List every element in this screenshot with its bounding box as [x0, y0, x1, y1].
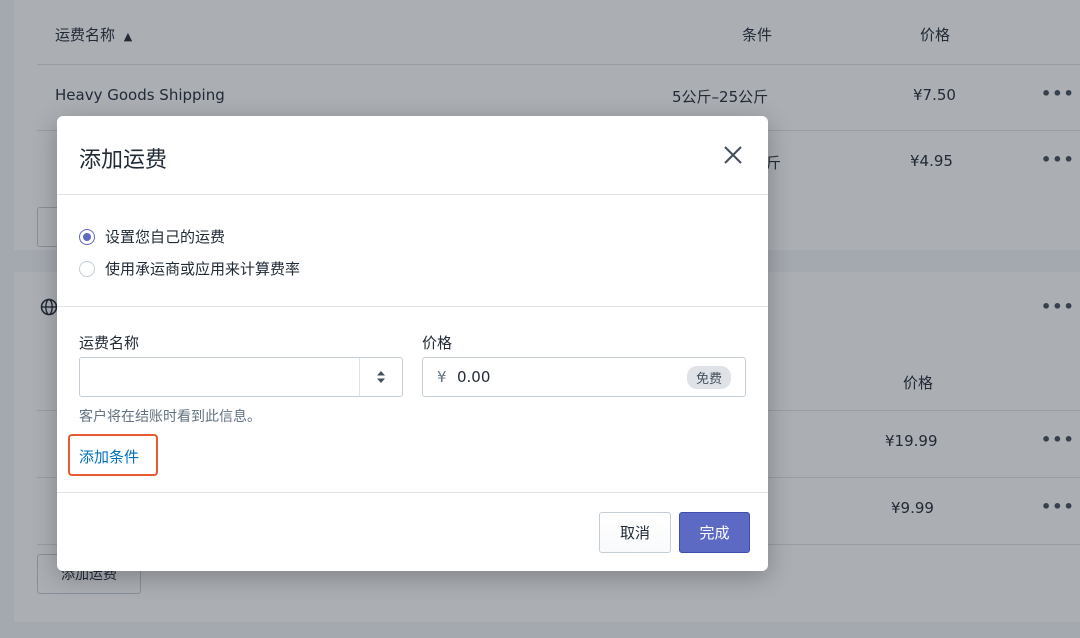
price-value: 0.00 — [457, 368, 491, 386]
modal-footer-divider — [57, 492, 768, 493]
option-own-rate[interactable]: 设置您自己的运费 — [79, 226, 225, 247]
radio-button-checked[interactable] — [79, 228, 95, 245]
done-label: 完成 — [699, 524, 730, 542]
modal-header-divider — [57, 194, 768, 195]
done-button[interactable]: 完成 — [679, 512, 750, 553]
price-label: 价格 — [422, 334, 453, 352]
modal-section-divider — [57, 306, 768, 307]
cancel-button[interactable]: 取消 — [599, 512, 671, 553]
free-badge: 免费 — [686, 366, 731, 389]
price-input[interactable]: ¥ 0.00 免费 — [422, 357, 746, 397]
modal-title: 添加运费 — [79, 148, 168, 173]
option-carrier-rate[interactable]: 使用承运商或应用来计算费率 — [79, 258, 300, 279]
cancel-label: 取消 — [619, 524, 650, 542]
select-arrows[interactable] — [359, 358, 402, 396]
option-label: 使用承运商或应用来计算费率 — [105, 260, 301, 278]
close-icon[interactable] — [722, 144, 744, 166]
radio-button[interactable] — [79, 260, 95, 277]
currency-symbol: ¥ — [437, 368, 447, 386]
add-rate-modal: 添加运费 设置您自己的运费 使用承运商或应用来计算费率 运费名称 价格 ¥ 0.… — [57, 116, 768, 571]
sort-arrows-icon — [377, 371, 385, 383]
rate-name-label: 运费名称 — [79, 334, 140, 352]
rate-name-select[interactable] — [79, 357, 403, 397]
help-text: 客户将在结账时看到此信息。 — [79, 409, 261, 425]
add-condition-link[interactable]: 添加条件 — [79, 446, 139, 467]
option-label: 设置您自己的运费 — [105, 228, 226, 246]
